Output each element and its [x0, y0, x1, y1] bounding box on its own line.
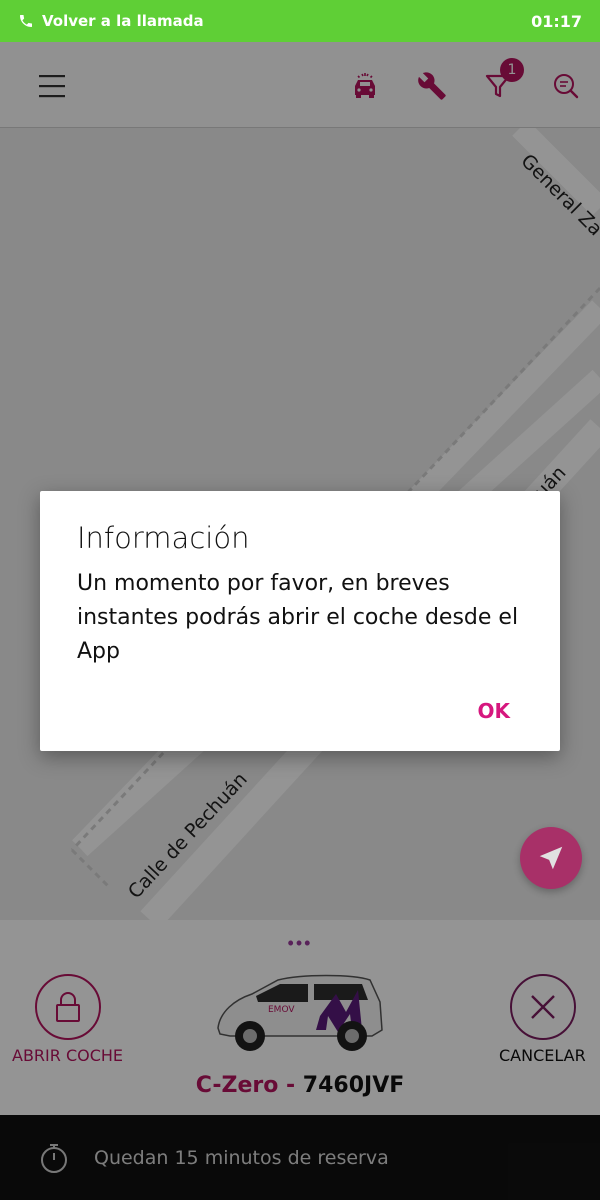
return-to-call[interactable]: Volver a la llamada: [18, 12, 204, 30]
dialog-title: Información: [77, 521, 250, 555]
locate-me-button[interactable]: [520, 827, 582, 889]
phone-icon: [20, 15, 32, 27]
navigation-arrow-icon: [539, 846, 563, 870]
ok-button[interactable]: OK: [478, 699, 511, 723]
status-bar[interactable]: Volver a la llamada 01:17: [0, 0, 600, 42]
clock: 01:17: [531, 11, 582, 31]
info-dialog: Información Un momento por favor, en bre…: [40, 491, 560, 751]
dialog-message: Un momento por favor, en breves instante…: [77, 571, 519, 664]
return-call-label: Volver a la llamada: [42, 12, 204, 30]
